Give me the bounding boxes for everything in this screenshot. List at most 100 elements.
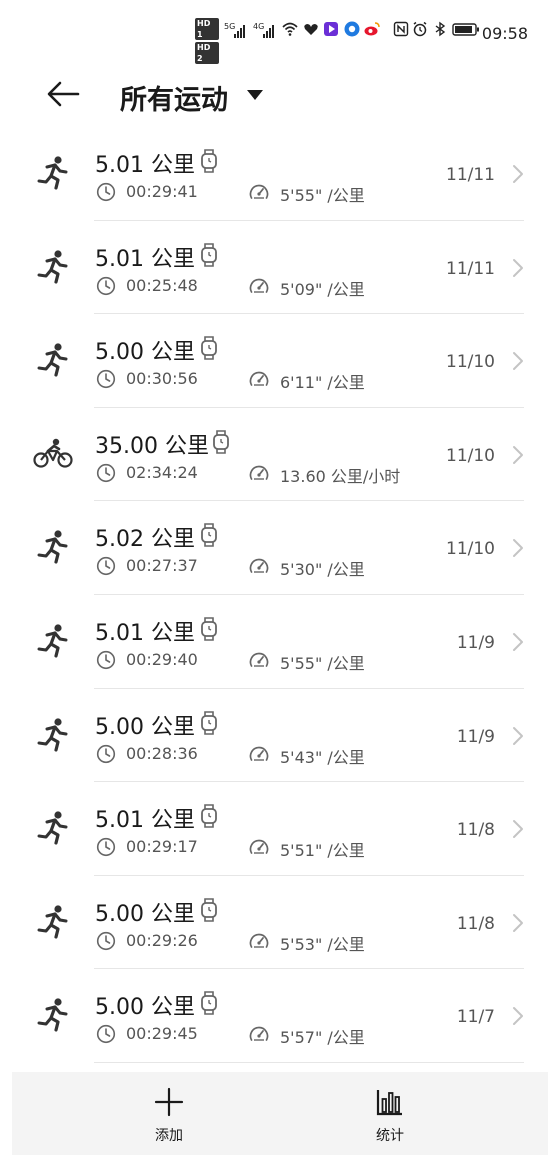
distance-label: 5.01 公里 [95, 153, 195, 178]
chevron-right-icon [512, 1006, 524, 1026]
speedometer-icon [248, 931, 270, 951]
distance-label: 35.00 公里 [95, 433, 209, 459]
duration-label: 00:29:45 [126, 1024, 198, 1044]
page-title[interactable]: 所有运动 [120, 78, 228, 117]
plus-icon [154, 1087, 184, 1117]
stats-label: 统计 [376, 1128, 404, 1144]
duration-label: 00:29:26 [126, 930, 198, 950]
run-icon [33, 902, 73, 942]
activity-row[interactable]: 5.01 公里 00:25:48 5'09" /公里 11/11 [0, 221, 560, 315]
date-label: 11/7 [456, 1007, 495, 1028]
activity-row[interactable]: 5.00 公里 00:29:45 5'57" /公里 11/7 [0, 969, 560, 1063]
caret-down-icon[interactable] [247, 90, 263, 100]
watch-icon [200, 991, 218, 1016]
distance-label: 5.01 公里 [95, 808, 195, 834]
distance-label: 5.01 公里 [95, 620, 195, 646]
duration-label: 00:27:37 [126, 556, 198, 576]
date-label: 11/10 [446, 445, 495, 466]
activity-row[interactable]: 5.02 公里 00:27:37 5'30" /公里 11/10 [0, 501, 560, 595]
clock-time: 09:58 [481, 24, 528, 43]
watch-icon [200, 804, 218, 828]
video-app-icon [324, 22, 338, 36]
distance-label: 5.02 公里 [95, 527, 195, 553]
watch-icon [200, 336, 218, 360]
chevron-right-icon [512, 538, 524, 558]
run-icon [33, 808, 73, 848]
chevron-right-icon [512, 164, 524, 184]
clock-icon [96, 1024, 116, 1044]
duration-label: 00:29:41 [126, 182, 198, 201]
activity-row[interactable]: 5.00 公里 00:28:36 5'43" /公里 11/9 [0, 689, 560, 783]
run-icon [33, 153, 73, 193]
chevron-right-icon [512, 632, 524, 652]
activity-row[interactable]: 5.01 公里 00:29:41 5'55" /公里 11/11 [0, 127, 560, 221]
watch-icon [200, 710, 218, 735]
run-icon [33, 247, 73, 287]
hd-indicator: HD 1 HD 2 [195, 18, 219, 66]
activity-row[interactable]: 5.00 公里 00:30:56 6'11" /公里 11/10 [0, 314, 560, 408]
pace-label: 5'55" /公里 [280, 653, 365, 673]
run-icon [33, 527, 73, 567]
pace-label: 5'55" /公里 [280, 186, 365, 205]
clock-icon [96, 182, 116, 202]
add-label: 添加 [155, 1128, 183, 1144]
speedometer-icon [248, 744, 270, 764]
watch-icon [200, 617, 218, 641]
speedometer-icon [248, 276, 270, 296]
clock-icon [96, 463, 116, 483]
activity-row[interactable]: 5.01 公里 00:29:40 5'55" /公里 11/9 [0, 595, 560, 689]
bike-icon [33, 434, 73, 474]
duration-label: 00:28:36 [126, 743, 198, 763]
watch-icon [200, 523, 218, 548]
run-icon [33, 995, 73, 1035]
bar-chart-icon [376, 1090, 402, 1116]
date-label: 11/10 [446, 352, 495, 373]
watch-icon [200, 149, 218, 173]
distance-label: 5.00 公里 [95, 340, 195, 366]
chevron-right-icon [512, 819, 524, 839]
activity-row[interactable]: 35.00 公里 02:34:24 13.60 公里/小时 11/10 [0, 408, 560, 502]
duration-label: 00:29:40 [126, 649, 198, 669]
clock-icon [96, 837, 116, 857]
nfc-icon [393, 21, 409, 37]
speedometer-icon [248, 837, 270, 857]
battery-icon [452, 23, 479, 36]
heart-icon [304, 24, 318, 35]
activity-row[interactable]: 5.01 公里 00:29:17 5'51" /公里 11/8 [0, 782, 560, 876]
app-icon-blue [344, 21, 360, 37]
activity-row[interactable]: 5.00 公里 00:29:26 5'53" /公里 11/8 [0, 876, 560, 970]
stats-button[interactable]: 统计 [330, 1072, 450, 1155]
speedometer-icon [248, 650, 270, 670]
date-label: 11/10 [446, 539, 495, 560]
run-icon [33, 340, 73, 380]
signal-icon [234, 22, 245, 38]
speedometer-icon [248, 182, 270, 202]
clock-icon [96, 744, 116, 764]
watch-icon [212, 429, 230, 454]
weibo-icon [364, 22, 380, 36]
watch-icon [200, 242, 218, 267]
pace-label: 5'43" /公里 [280, 747, 365, 767]
run-icon [33, 621, 73, 661]
clock-icon [96, 276, 116, 296]
distance-label: 5.00 公里 [95, 714, 195, 740]
clock-icon [96, 650, 116, 670]
wifi-icon [282, 22, 298, 36]
distance-label: 5.00 公里 [95, 901, 195, 927]
date-label: 11/8 [456, 820, 495, 841]
back-arrow-icon[interactable] [44, 76, 84, 112]
speedometer-icon [248, 369, 270, 389]
bottom-toolbar: 添加 统计 [12, 1072, 548, 1155]
date-label: 11/9 [456, 632, 495, 653]
pace-label: 5'57" /公里 [280, 1028, 365, 1048]
date-label: 11/8 [456, 913, 495, 934]
signal-icon-2 [263, 22, 274, 38]
chevron-right-icon [512, 726, 524, 746]
distance-label: 5.01 公里 [95, 246, 195, 272]
clock-icon [96, 556, 116, 576]
add-button[interactable]: 添加 [109, 1072, 229, 1155]
duration-label: 02:34:24 [126, 462, 198, 482]
duration-label: 00:25:48 [126, 275, 198, 295]
status-bar: HD 1 HD 2 5G 4G 09:58 [0, 0, 560, 64]
date-label: 11/11 [446, 258, 495, 279]
